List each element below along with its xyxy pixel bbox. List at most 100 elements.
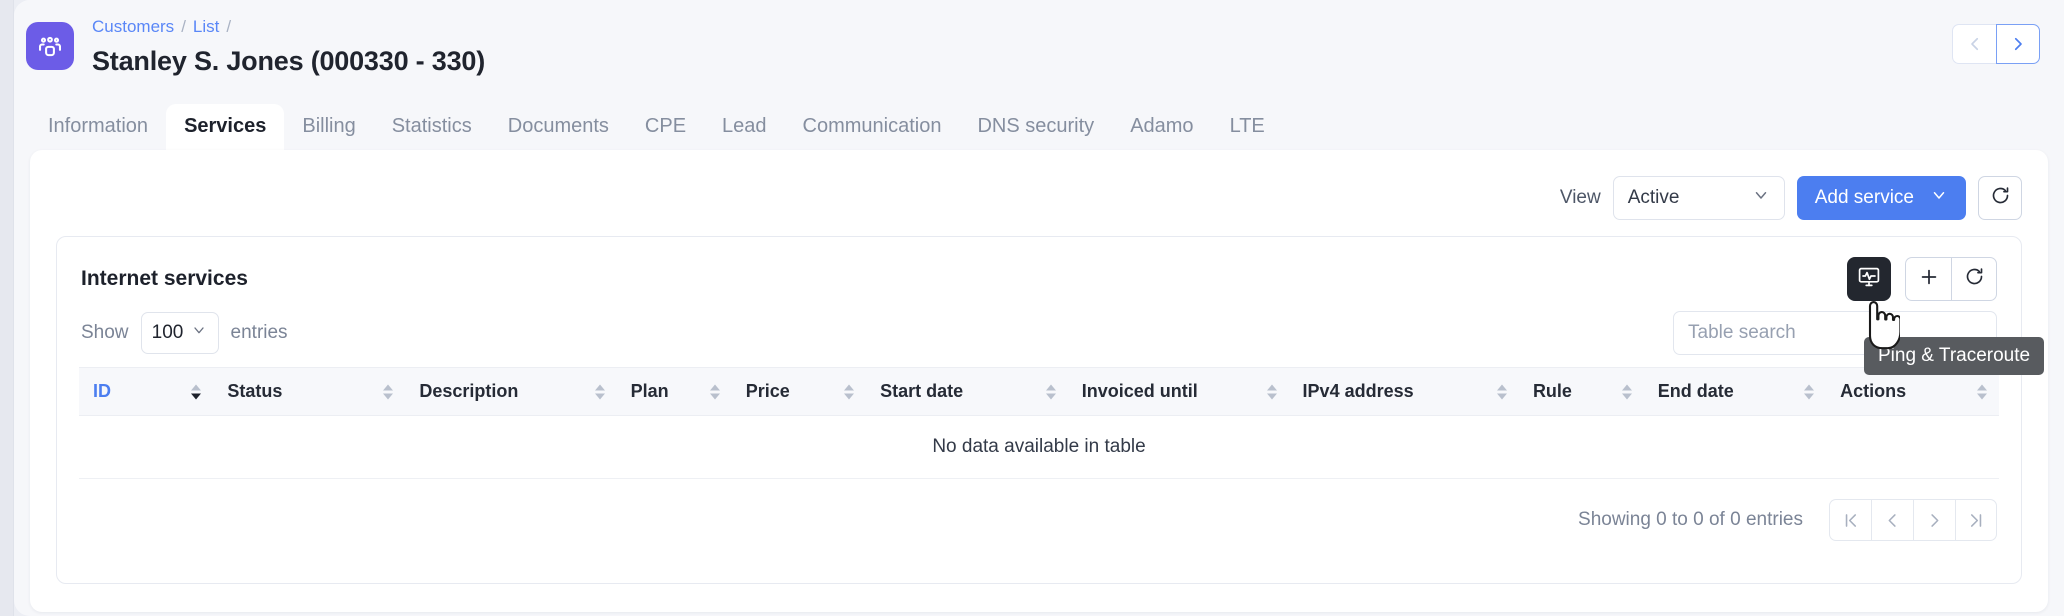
column-header-rule[interactable]: Rule: [1518, 367, 1644, 416]
refresh-services-button[interactable]: [1978, 176, 2022, 220]
app-surface: Customers / List / Stanley S. Jones (000330…: [14, 0, 2064, 616]
column-header-price[interactable]: Price: [731, 367, 867, 416]
column-header-description[interactable]: Description: [405, 367, 617, 416]
tab-communication[interactable]: Communication: [785, 104, 960, 150]
tab-information[interactable]: Information: [30, 104, 166, 150]
column-label: Rule: [1532, 381, 1572, 401]
empty-message: No data available in table: [79, 415, 1999, 479]
table-empty-row: No data available in table: [79, 415, 1999, 479]
column-label: End date: [1657, 381, 1734, 401]
services-table-wrap: ID Status Description Plan Price Start d…: [57, 357, 2021, 479]
panel-toolbar: View Active Add service: [30, 150, 2048, 224]
last-page-button[interactable]: [1955, 499, 1997, 541]
sort-icon: [1621, 384, 1632, 399]
record-nav: [1952, 24, 2040, 64]
card-button-group: [1905, 257, 1997, 301]
tab-cpe[interactable]: CPE: [627, 104, 704, 150]
sort-icon: [844, 384, 855, 399]
breadcrumb-separator-1: /: [181, 17, 186, 36]
column-header-start-date[interactable]: Start date: [866, 367, 1068, 416]
sort-icon: [1496, 384, 1507, 399]
sort-icon: [1045, 384, 1056, 399]
table-body: No data available in table: [79, 415, 1999, 479]
column-header-ipv4-address[interactable]: IPv4 address: [1288, 367, 1519, 416]
table-head: ID Status Description Plan Price Start d…: [79, 367, 1999, 416]
column-header-status[interactable]: Status: [213, 367, 406, 416]
chevron-down-icon: [191, 322, 207, 344]
card-actions: [1847, 257, 1997, 301]
table-footer: Showing 0 to 0 of 0 entries: [57, 479, 2021, 541]
breadcrumb: Customers / List /: [92, 16, 485, 38]
refresh-icon: [1990, 185, 2011, 211]
internet-services-card: Internet services Show 100 entries Table…: [56, 236, 2022, 584]
column-label: Invoiced until: [1081, 381, 1198, 401]
add-service-label: Add service: [1814, 187, 1914, 208]
column-header-id[interactable]: ID: [79, 367, 214, 416]
tab-services[interactable]: Services: [166, 104, 285, 150]
sort-icon: [709, 384, 720, 399]
column-header-invoiced-until[interactable]: Invoiced until: [1067, 367, 1289, 416]
card-header: Internet services: [57, 237, 2021, 301]
sort-icon: [383, 384, 394, 399]
plus-icon: [1918, 266, 1940, 293]
breadcrumb-separator-2: /: [226, 17, 232, 36]
show-entries-control: Show 100 entries: [81, 312, 288, 354]
add-service-button[interactable]: Add service: [1796, 176, 1966, 220]
sort-icon: [191, 384, 202, 399]
sort-icon: [1266, 384, 1277, 399]
refresh-icon: [1964, 266, 1985, 292]
internet-services-table: ID Status Description Plan Price Start d…: [79, 367, 1999, 479]
app-root: Customers / List / Stanley S. Jones (000330…: [0, 0, 2064, 616]
pagination: [1829, 499, 1997, 541]
sort-icon: [1977, 384, 1987, 399]
column-label: Status: [227, 381, 283, 401]
monitor-activity-icon: [1857, 265, 1881, 294]
tab-adamo[interactable]: Adamo: [1112, 104, 1211, 150]
column-label: Price: [745, 381, 790, 401]
title-block: Customers / List / Stanley S. Jones (000330…: [92, 16, 485, 79]
view-select-value: Active: [1627, 187, 1680, 208]
tab-dns-security[interactable]: DNS security: [959, 104, 1112, 150]
tooltip: Ping & Traceroute: [1864, 337, 2045, 375]
breadcrumb-link-customers[interactable]: Customers: [92, 17, 174, 36]
view-label: View: [1559, 187, 1601, 208]
page-gutter: [0, 0, 14, 616]
tab-statistics[interactable]: Statistics: [374, 104, 490, 150]
page-header: Customers / List / Stanley S. Jones (000330…: [14, 0, 2064, 112]
services-panel: View Active Add service Internet service…: [30, 150, 2048, 612]
entries-label: entries: [230, 322, 288, 343]
sort-icon: [594, 384, 605, 399]
entries-per-page-select[interactable]: 100: [140, 312, 219, 354]
column-label: Actions: [1840, 381, 1907, 401]
column-label: IPv4 address: [1302, 381, 1414, 401]
tab-lead[interactable]: Lead: [704, 104, 785, 150]
view-select[interactable]: Active: [1612, 176, 1785, 220]
prev-page-button[interactable]: [1871, 499, 1913, 541]
next-page-button[interactable]: [1913, 499, 1955, 541]
chevron-down-icon: [1930, 186, 1948, 210]
column-label: Plan: [630, 381, 669, 401]
entries-per-page-value: 100: [151, 322, 184, 343]
table-header-row: ID Status Description Plan Price Start d…: [79, 367, 1999, 416]
tab-documents[interactable]: Documents: [490, 104, 627, 150]
first-page-button[interactable]: [1829, 499, 1871, 541]
breadcrumb-link-list[interactable]: List: [193, 17, 219, 36]
tab-lte[interactable]: LTE: [1212, 104, 1283, 150]
showing-entries-text: Showing 0 to 0 of 0 entries: [1578, 509, 1803, 530]
tab-billing[interactable]: Billing: [284, 104, 373, 150]
chevron-down-icon: [1752, 186, 1770, 210]
add-internet-service-button[interactable]: [1905, 257, 1951, 301]
column-label: Start date: [880, 381, 964, 401]
prev-record-button[interactable]: [1952, 24, 1996, 64]
ping-traceroute-button[interactable]: [1847, 257, 1891, 301]
card-title: Internet services: [81, 267, 248, 290]
next-record-button[interactable]: [1996, 24, 2040, 64]
page-title: Stanley S. Jones (000330 - 330): [92, 46, 486, 76]
refresh-internet-services-button[interactable]: [1951, 257, 1997, 301]
column-label: Description: [419, 381, 519, 401]
tab-bar: Information Services Billing Statistics …: [14, 104, 2064, 150]
column-header-plan[interactable]: Plan: [616, 367, 732, 416]
column-header-end-date[interactable]: End date: [1643, 367, 1827, 416]
users-group-icon: [26, 22, 74, 70]
show-label: Show: [81, 322, 129, 343]
